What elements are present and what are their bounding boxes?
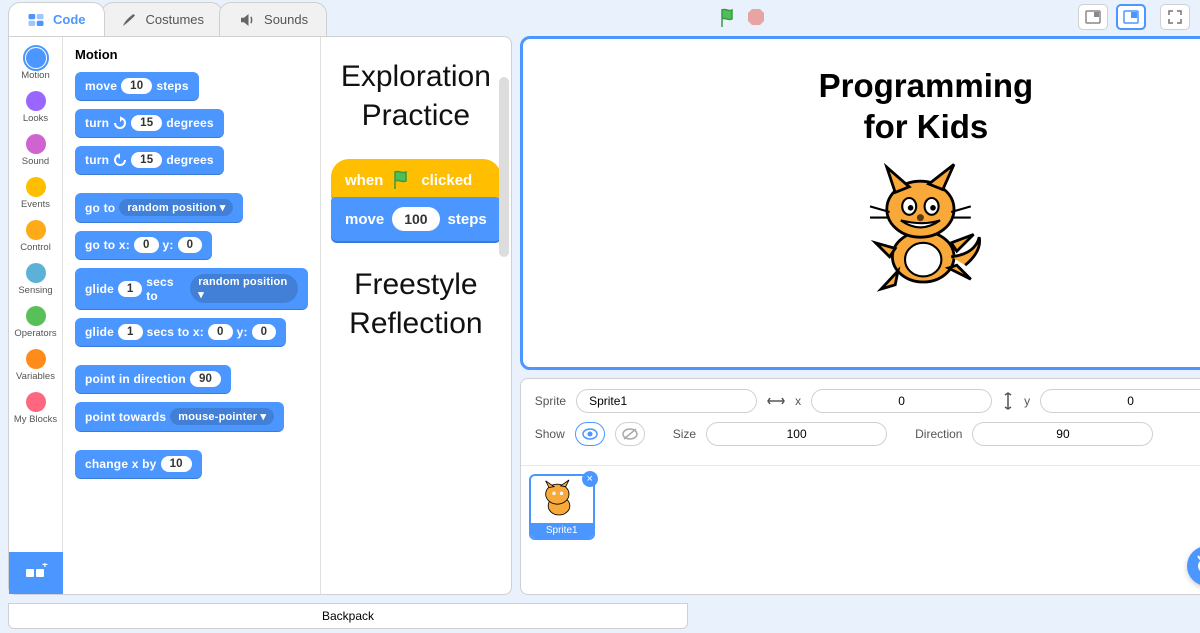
sprite-size-input[interactable] bbox=[706, 422, 887, 446]
rotate-ccw-icon bbox=[113, 153, 127, 167]
tabs-bar: Code Costumes Sounds bbox=[0, 0, 1200, 36]
sprite-direction-input[interactable] bbox=[972, 422, 1153, 446]
category-sound[interactable]: Sound bbox=[9, 129, 62, 172]
sprites-area: Sprite x y Show bbox=[520, 378, 1200, 595]
add-sprite-button[interactable]: + bbox=[1187, 546, 1200, 586]
block-goto[interactable]: go torandom position ▾ bbox=[75, 193, 243, 222]
stage-size-controls bbox=[1078, 4, 1190, 30]
block-glide[interactable]: glide1secs torandom position ▾ bbox=[75, 268, 308, 309]
sound-icon bbox=[238, 11, 256, 29]
run-controls bbox=[718, 6, 766, 30]
block-move-steps[interactable]: move10steps bbox=[75, 72, 199, 100]
block-point-direction[interactable]: point in direction90 bbox=[75, 365, 231, 393]
green-flag-icon[interactable] bbox=[718, 6, 740, 30]
tab-sounds[interactable]: Sounds bbox=[219, 2, 327, 36]
workspace-scrollbar[interactable] bbox=[499, 77, 509, 257]
block-palette: Motion move10steps turn15degrees turn15d… bbox=[63, 37, 321, 594]
add-extension-button[interactable]: + bbox=[9, 552, 63, 594]
brush-icon bbox=[120, 11, 138, 29]
tab-code[interactable]: Code bbox=[8, 2, 105, 36]
stage-title-text: Programmingfor Kids bbox=[819, 65, 1034, 148]
fullscreen-button[interactable] bbox=[1160, 4, 1190, 30]
stage-large-button[interactable] bbox=[1116, 4, 1146, 30]
horizontal-arrows-icon bbox=[767, 395, 785, 407]
workspace-top-text: ExplorationPractice bbox=[331, 57, 501, 135]
stage-sprites-pane: Programmingfor Kids bbox=[520, 36, 1200, 595]
script-workspace[interactable]: ExplorationPractice whenclicked move100s… bbox=[321, 37, 511, 594]
sprite-name-input[interactable] bbox=[576, 389, 757, 413]
vertical-arrows-icon bbox=[1002, 392, 1014, 410]
workspace-script[interactable]: whenclicked move100steps bbox=[331, 159, 501, 241]
sprite-list: × Sprite1 + bbox=[521, 466, 1200, 594]
svg-text:+: + bbox=[42, 563, 48, 571]
tab-costumes-label: Costumes bbox=[146, 12, 205, 27]
block-glide-xy[interactable]: glide1secs to x:0y:0 bbox=[75, 318, 286, 346]
category-variables[interactable]: Variables bbox=[9, 344, 62, 387]
scratch-cat-sprite[interactable] bbox=[856, 156, 996, 296]
sprite-y-input[interactable] bbox=[1040, 389, 1200, 413]
hat-when-flag-clicked[interactable]: whenclicked bbox=[331, 159, 501, 199]
category-looks[interactable]: Looks bbox=[9, 86, 62, 129]
sprite-label: Sprite bbox=[535, 394, 566, 408]
sprite-thumb-label: Sprite1 bbox=[531, 523, 593, 538]
category-events[interactable]: Events bbox=[9, 172, 62, 215]
backpack-bar[interactable]: Backpack bbox=[8, 603, 688, 629]
scratch-cat-thumb-icon bbox=[534, 479, 584, 521]
workspace-bottom-text: FreestyleReflection bbox=[331, 265, 501, 343]
block-turn-ccw[interactable]: turn15degrees bbox=[75, 146, 224, 174]
block-turn-cw[interactable]: turn15degrees bbox=[75, 109, 224, 137]
block-change-x[interactable]: change x by10 bbox=[75, 450, 202, 478]
category-motion[interactable]: Motion bbox=[9, 43, 62, 86]
direction-label: Direction bbox=[915, 427, 962, 441]
sprite-info-panel: Sprite x y Show bbox=[520, 378, 1200, 595]
tab-costumes[interactable]: Costumes bbox=[101, 2, 224, 36]
category-operators[interactable]: Operators bbox=[9, 301, 62, 344]
tab-code-label: Code bbox=[53, 12, 86, 27]
category-sensing[interactable]: Sensing bbox=[9, 258, 62, 301]
tab-sounds-label: Sounds bbox=[264, 12, 308, 27]
stage-viewport[interactable]: Programmingfor Kids bbox=[520, 36, 1200, 370]
sprite-x-input[interactable] bbox=[811, 389, 992, 413]
editor-pane: MotionLooksSoundEventsControlSensingOper… bbox=[8, 36, 512, 595]
code-icon bbox=[27, 11, 45, 29]
show-hidden-button[interactable] bbox=[615, 422, 645, 446]
stop-icon[interactable] bbox=[746, 6, 766, 30]
category-control[interactable]: Control bbox=[9, 215, 62, 258]
show-label: Show bbox=[535, 427, 565, 441]
delete-sprite-icon[interactable]: × bbox=[582, 471, 598, 487]
script-block-move[interactable]: move100steps bbox=[331, 197, 501, 241]
rotate-cw-icon bbox=[113, 116, 127, 130]
category-my-blocks[interactable]: My Blocks bbox=[9, 387, 62, 430]
show-visible-button[interactable] bbox=[575, 422, 605, 446]
block-point-towards[interactable]: point towardsmouse-pointer ▾ bbox=[75, 402, 284, 431]
green-flag-icon bbox=[391, 169, 413, 191]
x-label: x bbox=[795, 394, 801, 408]
size-label: Size bbox=[673, 427, 696, 441]
block-goto-xy[interactable]: go to x:0y:0 bbox=[75, 231, 212, 259]
palette-header: Motion bbox=[75, 47, 308, 62]
stage: Programmingfor Kids bbox=[529, 45, 1200, 361]
y-label: y bbox=[1024, 394, 1030, 408]
sprite-thumbnail[interactable]: × Sprite1 bbox=[529, 474, 595, 540]
stage-small-button[interactable] bbox=[1078, 4, 1108, 30]
category-strip: MotionLooksSoundEventsControlSensingOper… bbox=[9, 37, 63, 594]
